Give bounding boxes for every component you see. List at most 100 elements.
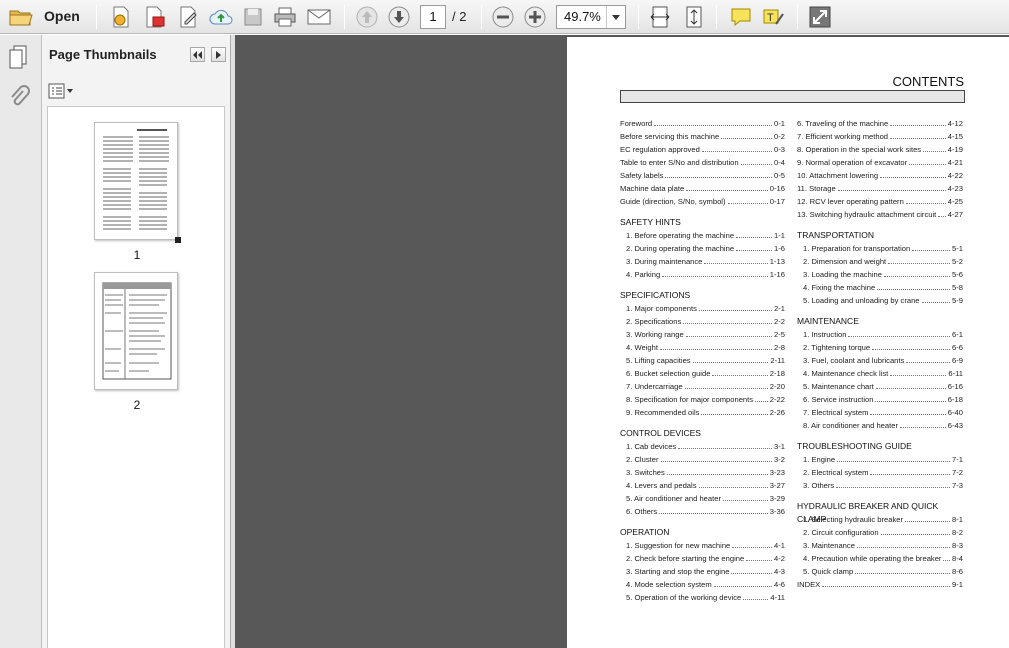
toc-entry[interactable]: 5. Maintenance chart 6-16 xyxy=(797,380,963,393)
toc-entry[interactable]: EC regulation approved 0-3 xyxy=(620,143,785,156)
options-menu-button[interactable] xyxy=(48,82,74,100)
save-icon[interactable] xyxy=(240,4,266,30)
create-pdf-icon[interactable] xyxy=(108,4,134,30)
toc-entry[interactable]: 9. Normal operation of excavator 4-21 xyxy=(797,156,963,169)
email-icon[interactable] xyxy=(306,4,332,30)
open-folder-icon[interactable] xyxy=(8,4,34,30)
toc-entry[interactable]: 6. Traveling of the machine 4-12 xyxy=(797,117,963,130)
toc-entry[interactable]: 8. Operation in the special work sites 4-… xyxy=(797,143,963,156)
highlight-text-icon[interactable]: T xyxy=(761,4,787,30)
toc-entry[interactable]: 2. Cluster 3-2 xyxy=(620,453,785,466)
toc-entry[interactable]: 3. Fuel, coolant and lubricants 6-9 xyxy=(797,354,963,367)
toc-entry-label: 9. Recommended oils xyxy=(626,408,700,417)
toc-entry[interactable]: 8. Air conditioner and heater 6-43 xyxy=(797,419,963,432)
toc-entry[interactable]: INDEX 9-1 xyxy=(797,578,963,591)
toc-entry[interactable]: 3. Loading the machine 5-6 xyxy=(797,268,963,281)
fit-width-icon[interactable] xyxy=(647,4,673,30)
toc-entry-label: 11. Storage xyxy=(797,184,836,193)
toc-entry[interactable]: 1. Selecting hydraulic breaker 8-1 xyxy=(797,513,963,526)
toc-entry[interactable]: 4. Parking 1-16 xyxy=(620,268,785,281)
toc-entry[interactable]: 4. Mode selection system 4-6 xyxy=(620,578,785,591)
toc-entry[interactable]: 2. Check before starting the engine 4-2 xyxy=(620,552,785,565)
expand-panel-button[interactable] xyxy=(211,47,226,62)
toc-entry[interactable]: Foreword 0-1 xyxy=(620,117,785,130)
toc-entry[interactable]: 3. Switches 3-23 xyxy=(620,466,785,479)
toc-entry[interactable]: 6. Bucket selection guide 2-18 xyxy=(620,367,785,380)
toc-entry-label: 4. Weight xyxy=(626,343,658,352)
toc-entry[interactable]: 5. Air conditioner and heater 3-29 xyxy=(620,492,785,505)
print-icon[interactable] xyxy=(272,4,298,30)
toc-entry[interactable]: Before servicing this machine 0-2 xyxy=(620,130,785,143)
toc-entry[interactable]: 3. Working range 2-5 xyxy=(620,328,785,341)
leader-dots xyxy=(685,336,773,337)
toc-entry[interactable]: 1. Preparation for transportation 5-1 xyxy=(797,242,963,255)
toc-entry[interactable]: 4. Fixing the machine 5-8 xyxy=(797,281,963,294)
toc-entry[interactable]: 7. Electrical system 6-40 xyxy=(797,406,963,419)
toc-entry[interactable]: 5. Loading and unloading by crane 5-9 xyxy=(797,294,963,307)
open-button[interactable]: Open xyxy=(44,8,80,24)
export-pdf-icon[interactable] xyxy=(142,4,168,30)
page-number-input[interactable]: 1 xyxy=(420,5,446,29)
zoom-in-icon[interactable] xyxy=(522,4,548,30)
toc-entry[interactable]: Machine data plate 0-16 xyxy=(620,182,785,195)
toc-entry[interactable]: 3. Others 7-3 xyxy=(797,479,963,492)
toc-entry[interactable]: 4. Weight 2-8 xyxy=(620,341,785,354)
edit-pdf-icon[interactable] xyxy=(176,4,202,30)
toc-entry-label: 5. Loading and unloading by crane xyxy=(803,296,920,305)
toc-entry[interactable]: 4. Levers and pedals 3-27 xyxy=(620,479,785,492)
chevron-down-icon[interactable] xyxy=(606,6,625,28)
toc-entry[interactable]: 6. Others 3-36 xyxy=(620,505,785,518)
toc-entry-label: 7. Efficient working method xyxy=(797,132,889,141)
page-thumbnails-icon[interactable] xyxy=(8,45,32,76)
leader-dots xyxy=(870,414,946,415)
toc-entry[interactable]: 1. Suggestion for new machine 4-1 xyxy=(620,539,785,552)
toc-entry[interactable]: 6. Service instruction 6-18 xyxy=(797,393,963,406)
toc-entry[interactable]: 1. Cab devices 3-1 xyxy=(620,440,785,453)
zoom-out-icon[interactable] xyxy=(490,4,516,30)
toc-entry[interactable]: 2. Specifications 2-2 xyxy=(620,315,785,328)
toc-entry[interactable]: 5. Operation of the working device 4-11 xyxy=(620,591,785,604)
toc-entry[interactable]: Table to enter S/No and distribution 0-4 xyxy=(620,156,785,169)
toc-entry[interactable]: 7. Undercarriage 2-20 xyxy=(620,380,785,393)
toc-entry[interactable]: 2. During operating the machine 1-6 xyxy=(620,242,785,255)
toc-entry[interactable]: 1. Before operating the machine 1-1 xyxy=(620,229,785,242)
next-page-icon[interactable] xyxy=(386,4,412,30)
toc-entry[interactable]: 11. Storage 4-23 xyxy=(797,182,963,195)
thumbnail-page-1[interactable] xyxy=(94,122,181,243)
toc-entry[interactable]: Guide (direction, S/No, symbol) 0-17 xyxy=(620,195,785,208)
toc-entry[interactable]: 1. Major components 2-1 xyxy=(620,302,785,315)
toc-entry-page: 5-6 xyxy=(952,270,963,279)
fit-page-icon[interactable] xyxy=(681,4,707,30)
toc-entry[interactable]: 3. Starting and stop the engine 4-3 xyxy=(620,565,785,578)
toc-entry[interactable]: 8. Specification for major components 2-2… xyxy=(620,393,785,406)
toc-entry[interactable]: 12. RCV lever operating pattern 4-25 xyxy=(797,195,963,208)
toc-entry-page: 2-26 xyxy=(769,408,785,417)
expand-icon[interactable] xyxy=(807,4,833,30)
comment-icon[interactable] xyxy=(728,4,754,30)
toc-entry[interactable]: 9. Recommended oils 2-26 xyxy=(620,406,785,419)
toc-entry[interactable]: 4. Precaution while operating the breake… xyxy=(797,552,963,565)
collapse-panel-button[interactable] xyxy=(190,47,205,62)
toc-entry[interactable]: 7. Efficient working method 4-15 xyxy=(797,130,963,143)
attachments-paperclip-icon[interactable] xyxy=(8,85,32,116)
previous-page-icon[interactable] xyxy=(354,4,380,30)
toc-entry[interactable]: 3. Maintenance 8-3 xyxy=(797,539,963,552)
thumbnail-page-2[interactable] xyxy=(94,272,178,390)
toc-entry[interactable]: 13. Switching hydraulic attachment circu… xyxy=(797,208,963,221)
toc-entry[interactable]: 10. Attachment lowering 4-22 xyxy=(797,169,963,182)
toc-entry[interactable]: 1. Engine 7-1 xyxy=(797,453,963,466)
toc-entry[interactable]: 5. Quick clamp 8-6 xyxy=(797,565,963,578)
toc-entry[interactable]: 2. Dimension and weight 5-2 xyxy=(797,255,963,268)
toc-entry[interactable]: Safety labels 0-5 xyxy=(620,169,785,182)
toc-entry-page: 4-22 xyxy=(947,171,963,180)
leader-dots xyxy=(856,547,951,548)
toc-entry[interactable]: 1. Instruction 6-1 xyxy=(797,328,963,341)
toc-entry[interactable]: 5. Lifting capacities 2-11 xyxy=(620,354,785,367)
document-viewer: CONTENTS Foreword 0-1 Before servicing thi… xyxy=(235,35,1009,648)
toc-entry[interactable]: 4. Maintenance check list 6-11 xyxy=(797,367,963,380)
toc-entry[interactable]: 2. Tightening torque 6-6 xyxy=(797,341,963,354)
toc-entry[interactable]: 3. During maintenance 1-13 xyxy=(620,255,785,268)
toc-entry[interactable]: 2. Circuit configuration 8-2 xyxy=(797,526,963,539)
toc-entry[interactable]: 2. Electrical system 7-2 xyxy=(797,466,963,479)
upload-cloud-icon[interactable] xyxy=(208,4,234,30)
